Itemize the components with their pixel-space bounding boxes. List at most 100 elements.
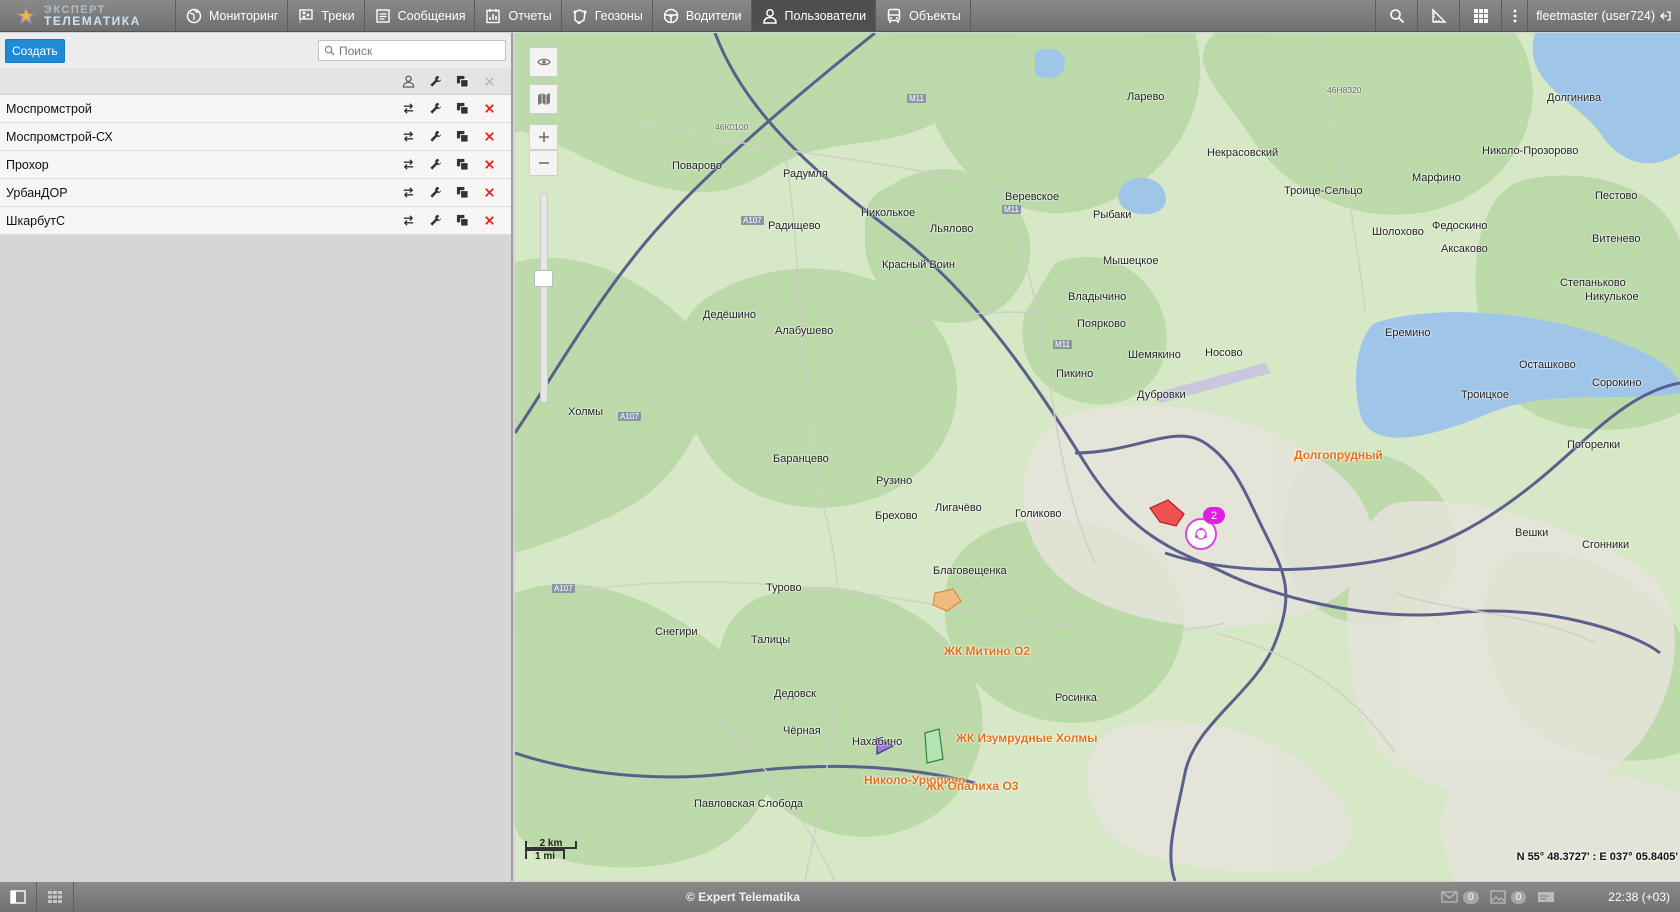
user-name-cell[interactable]: УрбанДОР bbox=[6, 186, 395, 200]
user-row[interactable]: Прохор bbox=[0, 151, 511, 179]
more-menu-button[interactable] bbox=[1501, 0, 1527, 31]
zoom-slider-handle[interactable] bbox=[534, 270, 553, 287]
bus-icon bbox=[887, 8, 901, 23]
transfer-button[interactable] bbox=[395, 156, 422, 174]
copy-button[interactable] bbox=[449, 128, 476, 146]
map-place-label: Радумля bbox=[783, 168, 828, 180]
map-type-button[interactable] bbox=[529, 84, 558, 114]
wrench-icon bbox=[430, 102, 442, 114]
wrench-icon bbox=[430, 75, 442, 87]
transfer-button[interactable] bbox=[395, 212, 422, 230]
geofence-label[interactable]: ЖК Опалиха О3 bbox=[926, 779, 1018, 793]
users-search-input[interactable] bbox=[339, 43, 499, 58]
nav-tracks[interactable]: Треки bbox=[288, 0, 365, 31]
zoom-in-button[interactable] bbox=[529, 124, 558, 150]
geofence-label[interactable]: Долгопрудный bbox=[1294, 448, 1383, 462]
road-number-badge: M11 bbox=[1053, 340, 1072, 349]
delete-button[interactable] bbox=[476, 100, 503, 118]
user-name-cell[interactable]: ШкарбутС bbox=[6, 214, 395, 228]
nav-monitoring[interactable]: Мониторинг bbox=[176, 0, 289, 31]
map-place-label: Рыбаки bbox=[1093, 209, 1132, 221]
server-status[interactable] bbox=[1536, 890, 1558, 904]
toggle-table-button[interactable] bbox=[37, 882, 74, 912]
copy-header-button[interactable] bbox=[449, 72, 476, 90]
road-number-badge: A107 bbox=[552, 584, 575, 593]
messages-count-badge: 0 bbox=[1463, 890, 1479, 904]
copy-button[interactable] bbox=[449, 184, 476, 202]
transfer-button[interactable] bbox=[395, 100, 422, 118]
close-icon bbox=[485, 104, 494, 113]
properties-header-button[interactable] bbox=[422, 72, 449, 90]
nav-messages[interactable]: Сообщения bbox=[365, 0, 476, 31]
nav-objects-label: Объекты bbox=[909, 8, 961, 23]
properties-button[interactable] bbox=[422, 156, 449, 174]
copy-icon bbox=[456, 214, 469, 227]
geofence-label[interactable]: ЖК Митино О2 bbox=[944, 644, 1030, 658]
delete-button[interactable] bbox=[476, 212, 503, 230]
nav-objects[interactable]: Объекты bbox=[876, 0, 971, 31]
search-icon bbox=[1389, 8, 1404, 23]
measure-tool-button[interactable] bbox=[1417, 0, 1459, 31]
zoom-slider[interactable] bbox=[540, 193, 548, 403]
apps-button[interactable] bbox=[1459, 0, 1501, 31]
map-place-label: Дедовск bbox=[774, 688, 816, 700]
zoom-out-button[interactable] bbox=[529, 150, 558, 176]
copy-button[interactable] bbox=[449, 100, 476, 118]
nav-reports-label: Отчеты bbox=[508, 8, 552, 23]
app-logo[interactable]: ЭКСПЕРТ ТЕЛЕМАТИКА bbox=[0, 0, 176, 31]
transfer-button[interactable] bbox=[395, 128, 422, 146]
messages-counter[interactable]: 0 bbox=[1441, 890, 1479, 904]
nav-users[interactable]: Пользователи bbox=[751, 0, 877, 31]
main-nav: Мониторинг Треки Сообщения Отчеты Геозон… bbox=[176, 0, 971, 31]
delete-button[interactable] bbox=[476, 128, 503, 146]
map-place-label: Владычино bbox=[1068, 291, 1127, 303]
row-actions bbox=[395, 128, 503, 146]
map-place-label: Федоскино bbox=[1432, 220, 1488, 232]
geofence-label[interactable]: ЖК Изумрудные Холмы bbox=[956, 731, 1097, 745]
map-place-label: Мышецкое bbox=[1103, 255, 1159, 267]
map-place-label: Носово bbox=[1205, 347, 1243, 359]
user-row[interactable]: Моспромстрой bbox=[0, 95, 511, 123]
user-menu[interactable]: fleetmaster (user724) bbox=[1527, 0, 1680, 31]
arrows-swap-icon bbox=[403, 131, 414, 142]
image-notification-icon bbox=[1490, 890, 1506, 904]
search-button[interactable] bbox=[1375, 0, 1417, 31]
user-row[interactable]: УрбанДОР bbox=[0, 179, 511, 207]
user-settings-header-button[interactable] bbox=[395, 72, 422, 90]
row-actions bbox=[395, 100, 503, 118]
cluster-icon bbox=[1195, 527, 1207, 540]
nav-messages-label: Сообщения bbox=[397, 8, 466, 23]
nav-drivers[interactable]: Водители bbox=[653, 0, 752, 31]
map-place-label: Шемякино bbox=[1128, 349, 1181, 361]
toggle-panel-button[interactable] bbox=[0, 882, 37, 912]
map-layers-visibility-button[interactable] bbox=[529, 47, 558, 77]
map-view[interactable]: Ларево Долгинива Некрасовский Николо-Про… bbox=[515, 33, 1680, 881]
copy-button[interactable] bbox=[449, 156, 476, 174]
user-name-cell[interactable]: Моспромстрой-СХ bbox=[6, 130, 395, 144]
nav-reports[interactable]: Отчеты bbox=[475, 0, 562, 31]
logo-star-icon bbox=[15, 4, 37, 26]
properties-button[interactable] bbox=[422, 212, 449, 230]
notifications-counter[interactable]: 0 bbox=[1489, 890, 1527, 904]
transfer-button[interactable] bbox=[395, 184, 422, 202]
users-search[interactable] bbox=[318, 40, 506, 61]
user-name-cell[interactable]: Прохор bbox=[6, 158, 395, 172]
properties-button[interactable] bbox=[422, 128, 449, 146]
copy-button[interactable] bbox=[449, 212, 476, 230]
delete-button[interactable] bbox=[476, 184, 503, 202]
map-place-label: Красный Воин bbox=[882, 259, 955, 271]
properties-button[interactable] bbox=[422, 184, 449, 202]
delete-button[interactable] bbox=[476, 156, 503, 174]
users-panel: Создать Моспромстрой Моспромстрой-СХ bbox=[0, 33, 513, 881]
user-row[interactable]: Моспромстрой-СХ bbox=[0, 123, 511, 151]
top-bar: ЭКСПЕРТ ТЕЛЕМАТИКА Мониторинг Треки Сооб… bbox=[0, 0, 1680, 32]
map-place-label: Дубровки bbox=[1137, 389, 1186, 401]
map-place-label: Долгинива bbox=[1547, 92, 1602, 104]
properties-button[interactable] bbox=[422, 100, 449, 118]
create-user-button[interactable]: Создать bbox=[5, 38, 65, 63]
globe-icon bbox=[186, 8, 202, 23]
user-name-cell[interactable]: Моспромстрой bbox=[6, 102, 395, 116]
nav-geofences[interactable]: Геозоны bbox=[562, 0, 653, 31]
user-row[interactable]: ШкарбутС bbox=[0, 207, 511, 235]
delete-header-button[interactable] bbox=[476, 72, 503, 90]
